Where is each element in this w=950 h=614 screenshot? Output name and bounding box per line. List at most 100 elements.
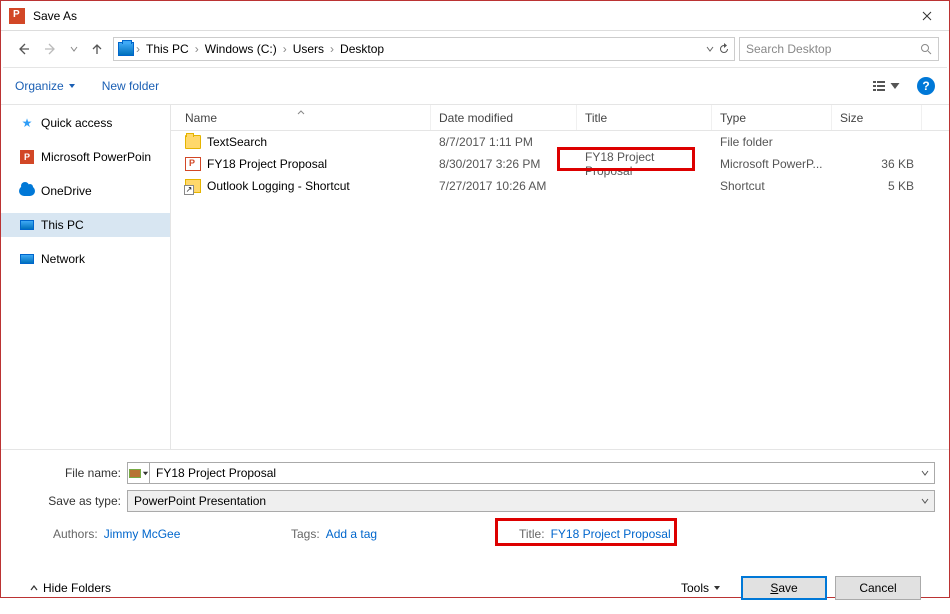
file-row[interactable]: FY18 Project Proposal 8/30/2017 3:26 PM … (171, 153, 949, 175)
file-date: 7/27/2017 10:26 AM (431, 179, 577, 193)
sidebar-item-onedrive[interactable]: OneDrive (1, 179, 170, 203)
forward-button[interactable] (39, 37, 63, 61)
triangle-down-icon (713, 584, 721, 592)
column-header-label: Name (185, 111, 217, 125)
authors-label: Authors: (53, 527, 98, 541)
authors-value[interactable]: Jimmy McGee (104, 527, 181, 541)
savetype-value: PowerPoint Presentation (128, 494, 916, 508)
pc-icon (19, 217, 35, 233)
back-button[interactable] (11, 37, 35, 61)
sidebar-item-powerpoint[interactable]: P Microsoft PowerPoin (1, 145, 170, 169)
network-icon (19, 251, 35, 267)
sidebar-item-quick-access[interactable]: ★ Quick access (1, 111, 170, 135)
star-icon: ★ (19, 115, 35, 131)
file-size: 36 KB (832, 157, 922, 171)
triangle-down-icon (68, 82, 76, 90)
sidebar-item-this-pc[interactable]: This PC (1, 213, 170, 237)
hide-folders-label: Hide Folders (43, 581, 111, 595)
filename-input[interactable]: FY18 Project Proposal (127, 462, 935, 484)
powerpoint-icon: P (19, 149, 35, 165)
nav-bar: › This PC › Windows (C:) › Users › Deskt… (1, 31, 949, 67)
triangle-down-icon (888, 80, 902, 92)
file-row[interactable]: Outlook Logging - Shortcut 7/27/2017 10:… (171, 175, 949, 197)
breadcrumb-windows-c[interactable]: Windows (C:) (201, 42, 281, 56)
savetype-dropdown[interactable] (916, 497, 934, 505)
chevron-down-icon[interactable] (706, 45, 714, 53)
breadcrumb-this-pc[interactable]: This PC (142, 42, 193, 56)
address-bar[interactable]: › This PC › Windows (C:) › Users › Deskt… (113, 37, 735, 61)
shortcut-icon (185, 179, 201, 193)
arrow-right-icon (44, 42, 58, 56)
file-type: Shortcut (712, 179, 832, 193)
file-size: 5 KB (832, 179, 922, 193)
recent-locations-button[interactable] (67, 37, 81, 61)
column-header-type[interactable]: Type (712, 105, 832, 130)
triangle-down-icon (142, 470, 149, 477)
filename-label: File name: (15, 466, 127, 480)
cancel-label: Cancel (859, 581, 896, 595)
column-header-size[interactable]: Size (832, 105, 922, 130)
sidebar: ★ Quick access P Microsoft PowerPoin One… (1, 105, 171, 449)
file-type: Microsoft PowerP... (712, 157, 832, 171)
window-title: Save As (33, 9, 77, 23)
chevron-right-icon: › (330, 42, 334, 56)
arrow-up-icon (90, 42, 104, 56)
file-row[interactable]: TextSearch 8/7/2017 1:11 PM File folder (171, 131, 949, 153)
cancel-button[interactable]: Cancel (835, 576, 921, 600)
title-label: Title: (519, 527, 545, 541)
help-button[interactable]: ? (917, 77, 935, 95)
hide-folders-button[interactable]: Hide Folders (29, 581, 111, 595)
save-button[interactable]: Save (741, 576, 827, 600)
chevron-right-icon: › (283, 42, 287, 56)
sort-ascending-icon (297, 104, 305, 118)
cloud-icon (19, 183, 35, 199)
tags-value[interactable]: Add a tag (326, 527, 377, 541)
sidebar-item-network[interactable]: Network (1, 247, 170, 271)
folder-icon (185, 135, 201, 149)
close-icon (922, 11, 932, 21)
save-label-post: ave (778, 581, 797, 595)
pc-icon (118, 42, 134, 56)
file-type: File folder (712, 135, 832, 149)
toolbar: Organize New folder ? (1, 68, 949, 104)
tools-label: Tools (681, 581, 709, 595)
view-options-button[interactable] (871, 76, 903, 96)
tags-label: Tags: (291, 527, 320, 541)
briefcase-icon (129, 469, 141, 478)
savetype-label: Save as type: (15, 494, 127, 508)
close-button[interactable] (904, 1, 949, 31)
metadata-row: Authors: Jimmy McGee Tags: Add a tag Tit… (15, 520, 935, 548)
column-header-title[interactable]: Title (577, 105, 712, 130)
new-folder-button[interactable]: New folder (102, 79, 159, 93)
breadcrumb-users[interactable]: Users (289, 42, 328, 56)
breadcrumb-desktop[interactable]: Desktop (336, 42, 388, 56)
sidebar-item-label: This PC (41, 218, 84, 232)
search-placeholder: Search Desktop (746, 42, 831, 56)
chevron-down-icon (921, 497, 929, 505)
refresh-icon[interactable] (718, 43, 730, 55)
arrow-left-icon (16, 42, 30, 56)
file-list-pane: Name Date modified Title Type Size TextS… (171, 105, 949, 449)
filename-dropdown[interactable] (916, 469, 934, 477)
file-type-picker[interactable] (128, 463, 150, 483)
tools-button[interactable]: Tools (681, 581, 721, 595)
sidebar-item-label: Network (41, 252, 85, 266)
title-value[interactable]: FY18 Project Proposal (551, 527, 671, 541)
button-bar: Hide Folders Tools Save Cancel (15, 566, 935, 610)
file-date: 8/30/2017 3:26 PM (431, 157, 577, 171)
file-name: FY18 Project Proposal (207, 157, 327, 171)
savetype-select[interactable]: PowerPoint Presentation (127, 490, 935, 512)
column-header-name[interactable]: Name (171, 105, 431, 130)
search-input[interactable]: Search Desktop (739, 37, 939, 61)
filename-value: FY18 Project Proposal (150, 466, 916, 480)
save-label-accel: S (770, 581, 778, 595)
up-button[interactable] (85, 37, 109, 61)
chevron-right-icon: › (195, 42, 199, 56)
main-area: ★ Quick access P Microsoft PowerPoin One… (1, 104, 949, 449)
title-bar: Save As (1, 1, 949, 31)
chevron-down-icon (921, 469, 929, 477)
organize-button[interactable]: Organize (15, 79, 76, 93)
powerpoint-app-icon (9, 8, 25, 24)
column-header-date[interactable]: Date modified (431, 105, 577, 130)
save-form: File name: FY18 Project Proposal Save as… (1, 449, 949, 614)
